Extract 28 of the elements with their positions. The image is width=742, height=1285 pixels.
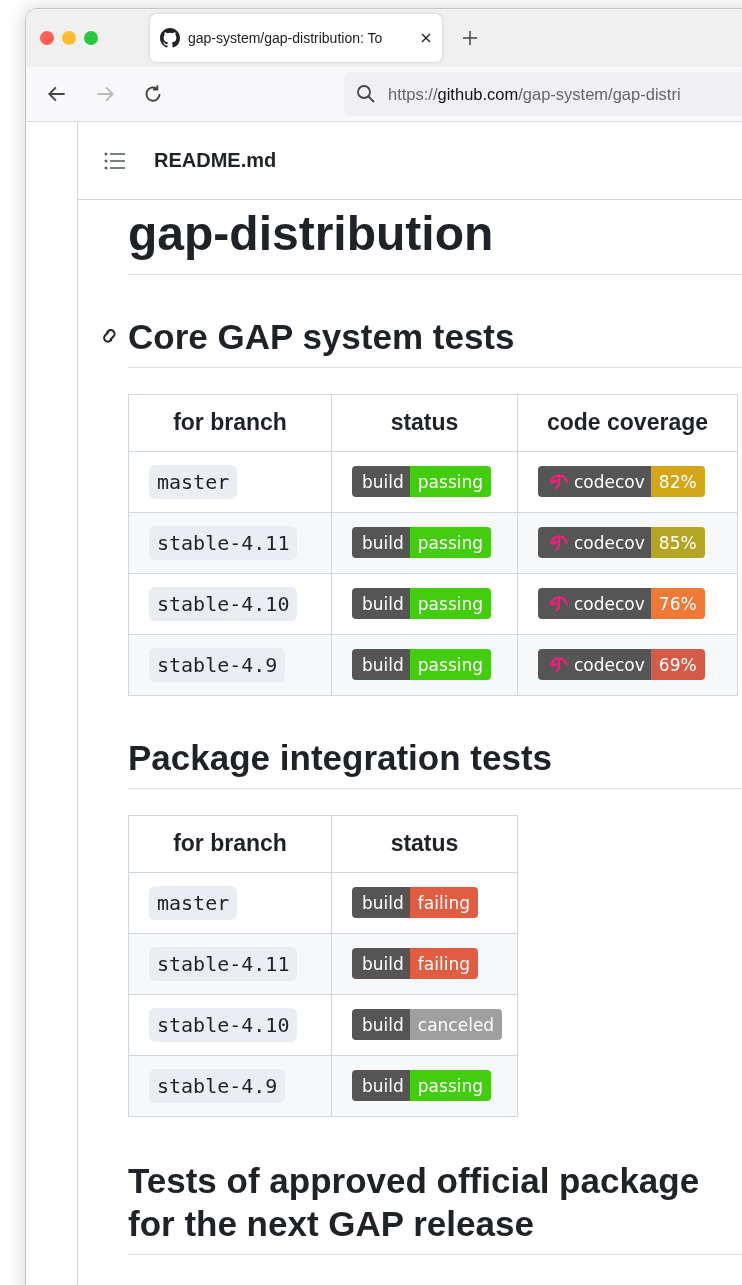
column-header: status: [331, 394, 518, 452]
branch-name: stable-4.11: [149, 946, 298, 981]
search-icon: [356, 84, 376, 104]
new-tab-icon[interactable]: [462, 30, 478, 46]
branch-name: stable-4.11: [149, 525, 298, 560]
branch-name: stable-4.9: [149, 1068, 286, 1103]
readme-filename: README.md: [154, 149, 277, 172]
browser-tab[interactable]: gap-system/gap-distribution: To: [150, 14, 442, 62]
close-window-button[interactable]: [40, 31, 54, 45]
list-icon[interactable]: [104, 151, 126, 170]
close-tab-icon[interactable]: [420, 32, 432, 44]
github-logo-icon: [160, 28, 180, 48]
page-heading: gap-distribution: [128, 204, 742, 275]
column-header: status: [331, 815, 518, 872]
branch-name: master: [149, 464, 238, 499]
section-heading: Core GAP system tests: [128, 316, 516, 358]
column-header: for branch: [128, 394, 332, 452]
branch-name: master: [149, 885, 238, 920]
section-heading: Package integration tests: [128, 736, 554, 779]
column-header: for branch: [128, 815, 332, 872]
branch-name: stable-4.10: [149, 586, 298, 621]
section-heading: Tests of approved official package for the next GAP release: [128, 1159, 701, 1246]
branch-name: stable-4.10: [149, 1007, 298, 1042]
column-header: code coverage: [517, 394, 738, 452]
address-bar[interactable]: https://github.com/gap-system/gap-distri: [344, 72, 742, 116]
tab-title: gap-system/gap-distribution: To: [188, 30, 384, 46]
url-text: https://github.com/gap-system/gap-distri: [388, 84, 681, 104]
branch-name: stable-4.9: [149, 647, 286, 682]
